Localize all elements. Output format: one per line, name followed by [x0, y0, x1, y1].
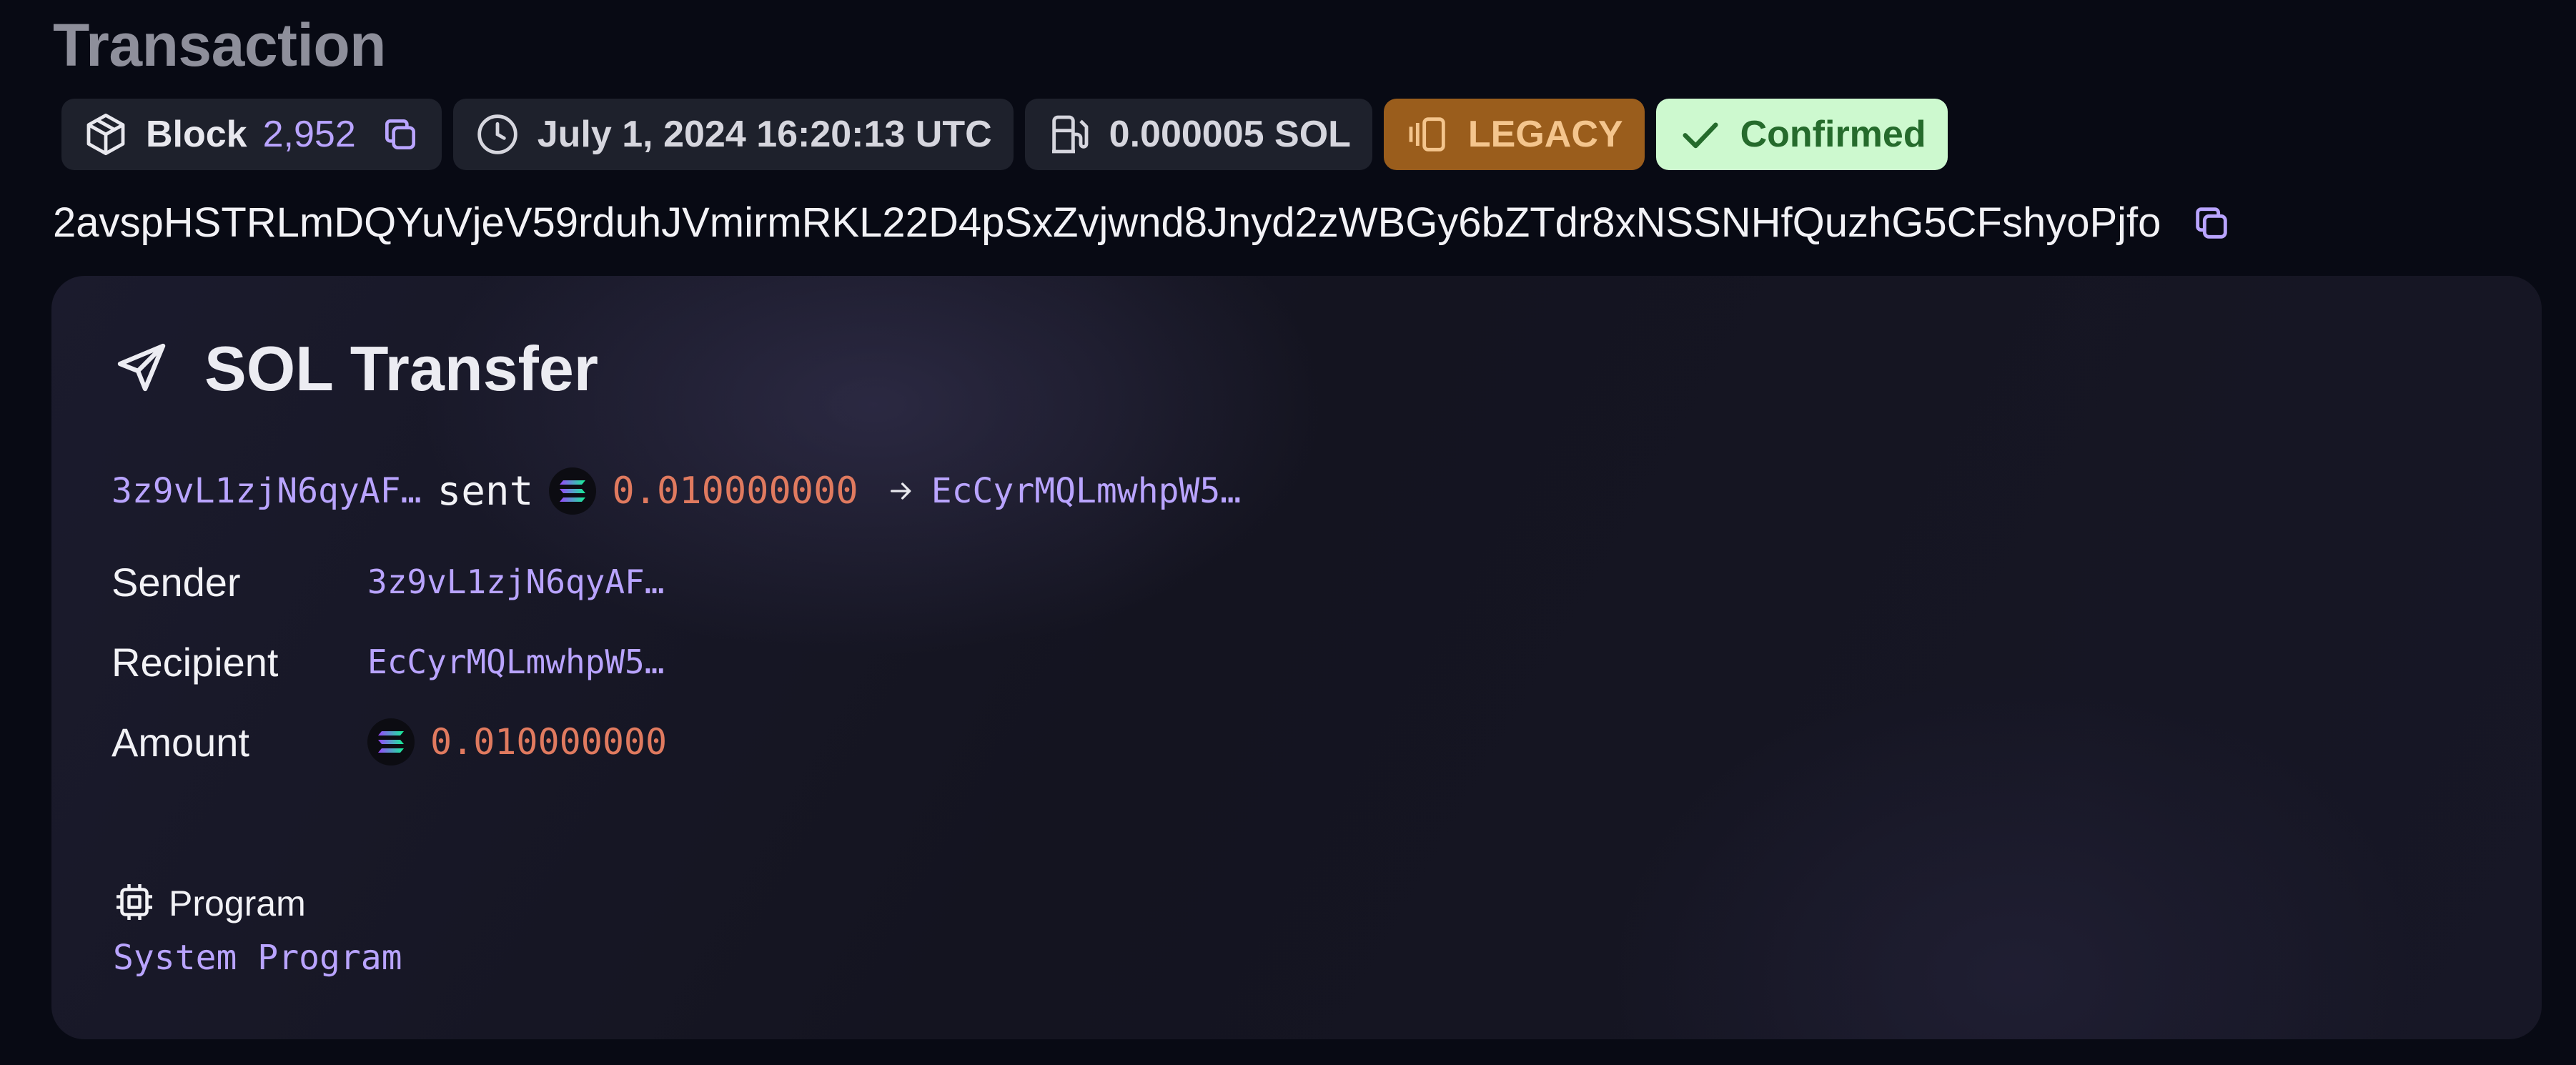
check-icon [1678, 112, 1723, 157]
recipient-address-link[interactable]: EcCyrMQLmwhpW5… [367, 643, 664, 681]
summary-sender-link[interactable]: 3z9vL1zjN6qyAF… [112, 471, 421, 511]
transfer-summary: 3z9vL1zjN6qyAF… sent 0.010000000 EcCyrMQ… [112, 459, 1241, 523]
program-label: Program [169, 883, 306, 923]
transfer-details: Sender 3z9vL1zjN6qyAF… Recipient EcCyrMQ… [112, 542, 667, 782]
send-icon [113, 339, 170, 400]
card-title: SOL Transfer [204, 333, 599, 404]
signature-text: 2avspHSTRLmDQYuVjeV59rduhJVmirmRKL22D4pS… [53, 199, 2161, 246]
amount-label: Amount [112, 719, 249, 765]
solana-logo-icon [549, 467, 597, 515]
transaction-signature: 2avspHSTRLmDQYuVjeV59rduhJVmirmRKL22D4pS… [53, 199, 2232, 247]
solana-logo-icon [367, 718, 415, 766]
version-text: LEGACY [1467, 114, 1623, 155]
recipient-row: Recipient EcCyrMQLmwhpW5… [112, 622, 667, 702]
amount-text: 0.010000000 [430, 721, 668, 763]
sender-row: Sender 3z9vL1zjN6qyAF… [112, 542, 667, 622]
card-header: SOL Transfer [113, 333, 598, 405]
copy-icon[interactable] [380, 114, 420, 154]
amount-value: 0.010000000 [367, 718, 667, 766]
transaction-page: Transaction Block 2,952 July 1, 2024 16:… [0, 0, 2576, 1065]
program-header: Program [113, 876, 402, 931]
fuel-icon [1046, 112, 1092, 157]
program-name-link[interactable]: System Program [113, 938, 402, 978]
version-badge: LEGACY [1383, 99, 1645, 170]
page-title: Transaction [53, 11, 386, 79]
recipient-label: Recipient [112, 639, 279, 685]
amount-row: Amount 0.010000000 [112, 702, 667, 782]
sender-label: Sender [112, 559, 241, 605]
status-badge: Confirmed [1655, 99, 1948, 170]
arrow-right-icon [887, 477, 916, 505]
fee-text: 0.000005 SOL [1109, 114, 1351, 155]
copy-icon[interactable] [2191, 202, 2232, 244]
sender-address-link[interactable]: 3z9vL1zjN6qyAF… [367, 563, 664, 601]
summary-recipient-link[interactable]: EcCyrMQLmwhpW5… [931, 471, 1241, 511]
summary-verb: sent [437, 467, 534, 515]
sol-transfer-card: SOL Transfer 3z9vL1zjN6qyAF… sent 0.0100… [51, 276, 2542, 1039]
clock-icon [475, 112, 520, 157]
program-section: Program System Program [113, 876, 402, 978]
status-text: Confirmed [1740, 114, 1926, 155]
cpu-icon [113, 881, 156, 927]
cube-icon [83, 112, 129, 157]
block-label: Block [146, 114, 247, 155]
summary-amount: 0.010000000 [612, 470, 858, 512]
transaction-badges: Block 2,952 July 1, 2024 16:20:13 UTC 0.… [61, 99, 1948, 170]
block-badge: Block 2,952 [61, 99, 442, 170]
block-number-link[interactable]: 2,952 [263, 113, 356, 156]
legacy-icon [1405, 112, 1451, 157]
fee-badge: 0.000005 SOL [1024, 99, 1372, 170]
timestamp-badge: July 1, 2024 16:20:13 UTC [452, 99, 1014, 170]
timestamp-text: July 1, 2024 16:20:13 UTC [537, 114, 992, 155]
